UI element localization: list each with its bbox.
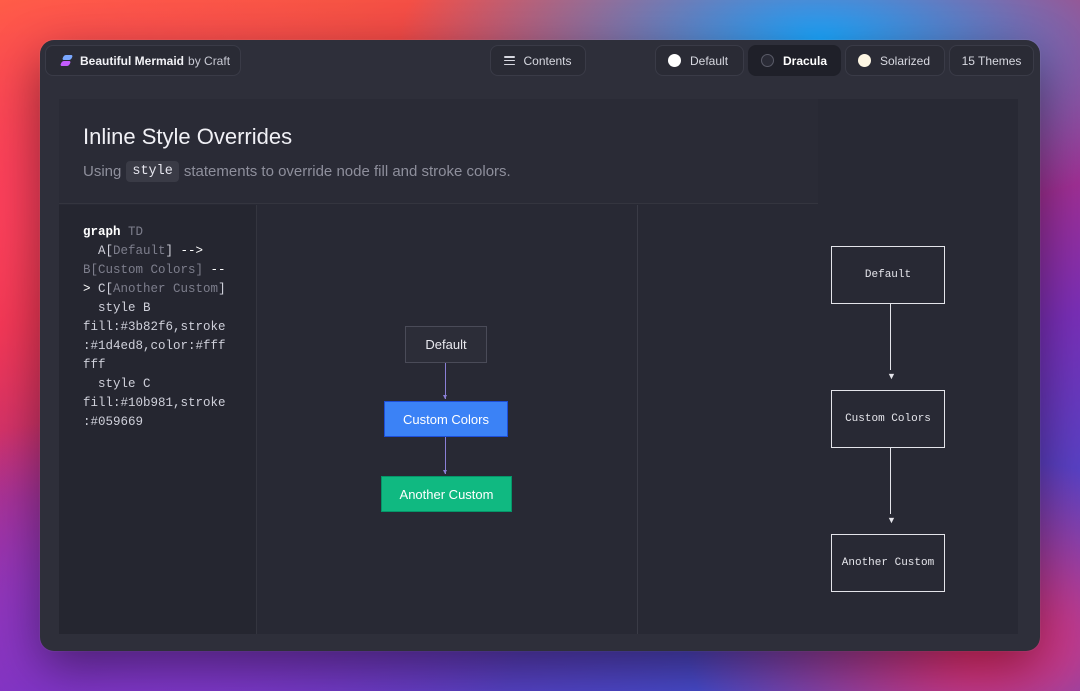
mermaid-source-code: graph TD A[Default] --> B[Custom Colors]… (83, 223, 233, 432)
code-line: fill:#10b981,stroke (83, 396, 226, 410)
diagram-node-custom-colors: Custom Colors (384, 401, 508, 437)
section-subtitle: Using style statements to override node … (83, 161, 511, 182)
theme-swatch-icon (668, 54, 681, 67)
brand-badge[interactable]: Beautiful Mermaid by Craft (45, 45, 241, 76)
theme-swatch-icon (858, 54, 871, 67)
contents-label: Contents (523, 53, 572, 68)
code-line: style B (83, 301, 151, 315)
arrowhead-icon (443, 395, 447, 399)
edge-b-c (445, 437, 446, 474)
theme-label: Solarized (880, 53, 931, 68)
section-title: Inline Style Overrides (83, 124, 293, 149)
code-line: graph TD (83, 225, 144, 239)
code-line: > C[Another Custom] (83, 282, 226, 296)
contents-button[interactable]: Contents (490, 45, 586, 76)
ascii-arrow-icon: ▼ (887, 515, 896, 525)
ascii-node-custom-colors: Custom Colors (831, 390, 945, 448)
ascii-arrow-icon: ▼ (887, 371, 896, 381)
theme-dracula-button[interactable]: Dracula (748, 45, 841, 76)
diagram-node-another-custom: Another Custom (381, 476, 512, 512)
ascii-diagram-pane: Default ▼ Custom Colors ▼ Another Custom (637, 205, 1018, 634)
theme-solarized-button[interactable]: Solarized (845, 45, 945, 76)
source-code-pane: graph TD A[Default] --> B[Custom Colors]… (59, 205, 256, 634)
theme-label: Dracula (783, 53, 828, 68)
example-panel: Inline Style Overrides Using style state… (59, 99, 1018, 634)
theme-label: Default (690, 53, 729, 68)
rendered-diagram-pane: Default Custom Colors Another Custom (256, 205, 636, 634)
code-line: fff (83, 358, 106, 372)
ascii-edge (890, 304, 891, 370)
edge-a-b (445, 363, 446, 399)
code-line: style C (83, 377, 151, 391)
theme-count-label: 15 Themes (961, 53, 1022, 68)
code-line: fill:#3b82f6,stroke (83, 320, 226, 334)
code-line: A[Default] --> (83, 244, 204, 258)
code-line: B[Custom Colors] -- (83, 263, 226, 277)
ascii-node-another-custom: Another Custom (831, 534, 945, 592)
arrowhead-icon (443, 470, 447, 474)
code-line: :#1d4ed8,color:#fff (83, 339, 226, 353)
app-window: Beautiful Mermaid by Craft Contents Defa… (40, 40, 1040, 651)
diagram-node-default: Default (405, 326, 487, 363)
subtitle-code-chip: style (126, 161, 179, 182)
theme-swatch-icon (761, 54, 774, 67)
ascii-edge (890, 448, 891, 514)
craft-logo-icon (59, 54, 74, 67)
menu-icon (504, 56, 516, 65)
brand-name: Beautiful Mermaid (80, 53, 185, 68)
subtitle-text-before: Using (83, 163, 122, 180)
theme-default-button[interactable]: Default (655, 45, 744, 76)
code-line: :#059669 (83, 415, 144, 429)
subtitle-text-after: statements to override node fill and str… (183, 163, 511, 180)
brand-suffix: by Craft (188, 53, 231, 68)
ascii-node-default: Default (831, 246, 945, 304)
theme-count-button[interactable]: 15 Themes (949, 45, 1034, 76)
top-toolbar: Beautiful Mermaid by Craft Contents Defa… (40, 40, 1040, 82)
section-header: Inline Style Overrides Using style state… (59, 99, 818, 204)
